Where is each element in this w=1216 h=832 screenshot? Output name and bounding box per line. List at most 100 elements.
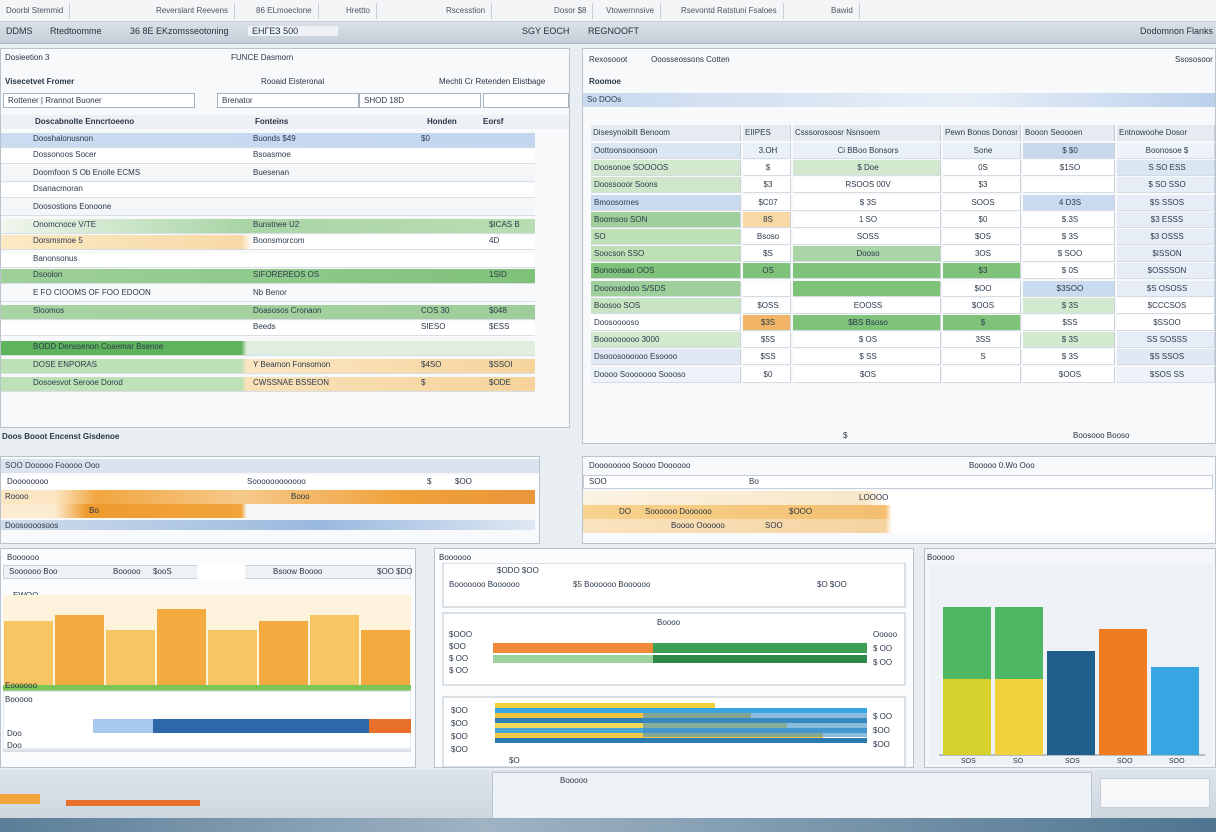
bar — [995, 679, 1043, 755]
table-cell: Soocson SSO — [591, 246, 741, 263]
right-footer-right: Boosooo Booso — [1073, 431, 1130, 440]
tab-1[interactable]: Doorbl Stemmid — [0, 3, 71, 19]
table-row[interactable]: Dooshalonusnon Buonds $49 $0 — [1, 133, 535, 148]
right-label: Ooooo — [873, 630, 898, 639]
column-header[interactable]: Entnowoohe Dosor — [1117, 125, 1215, 141]
table-cell: $OOS — [1023, 366, 1115, 383]
status-button[interactable] — [1100, 778, 1210, 808]
table-row[interactable]: Doossooor Soons $3 RSOOS 00V $3 $ SO SSO — [583, 177, 1215, 194]
table-cell: $3 OSSS — [1117, 229, 1215, 245]
strip-bar — [153, 719, 369, 733]
table-cell-c: COS 30 — [421, 306, 450, 315]
chart-left-legend-2: Booooo — [5, 695, 33, 704]
filter-input-2[interactable]: Brenator — [217, 93, 359, 108]
right-crumb-right: Ssososoor — [1175, 55, 1213, 64]
summary-right-row-1[interactable] — [583, 475, 1213, 489]
table-cell: 0S — [943, 160, 1021, 177]
filter-input-4[interactable] — [483, 93, 569, 108]
summary-left-row2-a: Roooo — [5, 492, 29, 501]
table-row[interactable]: Bmoosornes $C07 $ 3S SOOS 4 D3S $S SSOS — [583, 194, 1215, 211]
column-header[interactable]: Pewn Bonos Donosr — [943, 125, 1021, 141]
table-row[interactable]: SO Bsoso SOSS $OS $ 3S $3 OSSS — [583, 229, 1215, 245]
table-cell-b: Doasosos Cronaon — [253, 306, 322, 315]
table-row[interactable]: Oottoonsoonsoon 3.OH Ci BBoo Bonsors Sone $ … — [583, 143, 1215, 159]
filter-input-1[interactable]: Rottener | Rrannot Buoner — [3, 93, 195, 108]
status-bar-1 — [0, 794, 40, 804]
summary-left-row-3[interactable] — [1, 504, 535, 518]
table-cell-a: BODD Denssenon Coaemar Bsenoe — [33, 342, 164, 351]
tab-5[interactable]: Rscesstion — [440, 3, 493, 19]
tab-2[interactable]: Reverslant Reevens — [150, 3, 236, 19]
table-row[interactable]: Booooooooo 3000 $5S $ OS 3SS $ 3S SS SOSSS — [583, 332, 1215, 349]
column-header[interactable]: Disesynoibilt Benoom — [591, 125, 741, 141]
tab-6[interactable]: Dosor $8 — [548, 3, 594, 19]
table-cell: $ OS — [793, 332, 941, 349]
table-row[interactable]: Doomfoon S Ob Enolle ECMS Buesenan — [1, 167, 535, 182]
table-row[interactable]: Doooosodoo S/SDS $OO $3SOO $S OSOSS — [583, 280, 1215, 297]
toolbar-item-2[interactable]: 36 8E EKzomsseotoning — [130, 26, 229, 36]
column-header[interactable]: EIIPES — [743, 125, 791, 141]
table-row[interactable]: Dossonoos Socer Bsoasmoe — [1, 149, 535, 164]
table-row[interactable]: Doosonoe SOOOOS $ $ Doe 0S $1SO S SO ESS — [583, 160, 1215, 177]
table-cell-a: Sloomos — [33, 306, 65, 315]
table-cell: Booooooooo 3000 — [591, 332, 741, 349]
main-toolbar: DDMS Rtedtoomme 36 8E EKzomsseotoning ЕН… — [0, 22, 1216, 44]
table-row[interactable]: Boomsoo SON 8S 1 SO $0 $.3S $3 ESSS — [583, 211, 1215, 228]
tab-9[interactable]: Bawid — [825, 3, 860, 19]
table-row[interactable]: Bonooosao OOS OS $3 $ 0S $OSSSON — [583, 263, 1215, 280]
table-cell: Doooosodoo S/SDS — [591, 280, 741, 297]
table-row[interactable]: Doooo Sooooooo Soooso $0 $OS $OOS $SOS SS — [583, 366, 1215, 383]
toolbar-item-1[interactable]: Rtedtoomme — [50, 26, 102, 36]
toolbar-left[interactable]: DDMS — [6, 26, 33, 36]
table-row[interactable]: Sloomos Doasosos Cronaon COS 30 $048 — [1, 305, 535, 320]
table-row[interactable]: Beeds SIESO $ESS — [1, 321, 535, 336]
table-row[interactable]: Dsanacmoran — [1, 183, 535, 198]
table-row[interactable]: BODD Denssenon Coaemar Bsenoe — [1, 341, 535, 356]
chart-left-dropdown[interactable] — [197, 565, 245, 579]
col-header-a[interactable]: Doscabnolte Enncrtoeeno — [35, 115, 185, 129]
table-row[interactable]: Dosoesvot Serooe Dorod CWSSNAE BSSEON $ $OD… — [1, 377, 535, 392]
tab-7[interactable]: Vtowernnsive — [600, 3, 662, 19]
right-label: $OO — [873, 726, 890, 735]
tab-8[interactable]: Rsevontd Ratstuni Fsaloes — [675, 3, 784, 19]
table-row[interactable]: Soocson SSO $S Dooso 3OS $ SOO $ISSON — [583, 246, 1215, 263]
table-cell: Dooso — [793, 246, 941, 263]
tab-3[interactable]: 86 ELmoeclone — [250, 3, 319, 19]
table-row[interactable]: Onomcnoce V/TE Bunstnee U2 $ICAS B — [1, 219, 535, 234]
table-row[interactable]: E FO CIOOMS OF FOO EDOON Nb Benor — [1, 287, 535, 302]
table-cell: $ 3S — [793, 194, 941, 211]
table-row[interactable]: Doosooooso $3S $BS Bsoso $ $SS $SSOO — [583, 315, 1215, 331]
chart-left-sub-e: $OO $DO — [377, 567, 413, 576]
toolbar-item-3[interactable]: ЕНГЕЗ 500 — [248, 26, 339, 36]
toolbar-center[interactable]: SGY EOCH — [522, 26, 569, 36]
tab-4[interactable]: Hrettto — [340, 3, 378, 19]
filter-input-3[interactable]: SHOD 18D — [359, 93, 481, 108]
table-cell-d: 4D — [489, 236, 500, 245]
table-row[interactable]: DOSE ENPORAS Y Beamon Fonsomon $4SO $SSOI — [1, 359, 535, 374]
bar — [653, 643, 867, 653]
table-cell-b: Y Beamon Fonsomon — [253, 360, 331, 369]
col-header-b[interactable]: Fonteins — [255, 115, 325, 129]
chart-right-plot: SOS SO SOS SOO SOO — [929, 565, 1213, 765]
table-row[interactable]: Doosostions Eonoone — [1, 201, 535, 216]
table-cell-a: DOSE ENPORAS — [33, 360, 98, 369]
bar — [55, 615, 104, 685]
column-header[interactable]: Csssorosoosr Nsnsoem — [793, 125, 941, 141]
toolbar-right[interactable]: Dodomnon Flanks — [1140, 26, 1213, 36]
table-row[interactable]: Boosoo SOS $OSS EOOSS $OOS $ 3S $CCCSOS — [583, 297, 1215, 314]
table-cell: Dsooosoooooo Esoooo — [591, 349, 741, 366]
column-header[interactable]: Booon Seoooen — [1023, 125, 1115, 141]
status-strip: Booooo — [0, 770, 1216, 832]
table-cell: $S SSOS — [1117, 194, 1215, 211]
bar — [1099, 629, 1147, 755]
table-row[interactable]: Dsoolon SIFOREREOS OS 1SID — [1, 269, 535, 284]
col-header-d[interactable]: Eorsf — [483, 115, 523, 129]
col-header-c[interactable]: Honden — [427, 115, 477, 129]
status-label: Booooo — [560, 776, 588, 785]
table-row[interactable]: Dorsmsmoe 5 Boonsmorcom 4D — [1, 235, 535, 250]
table-row[interactable]: Banonsonus — [1, 253, 535, 268]
status-bar-2 — [66, 800, 200, 806]
table-row[interactable]: Dsooosoooooo Esoooo $SS $ SS S $ 3S $S SSOS — [583, 349, 1215, 366]
bar — [1151, 667, 1199, 755]
toolbar-center-2[interactable]: REGNOOFT — [588, 26, 639, 36]
